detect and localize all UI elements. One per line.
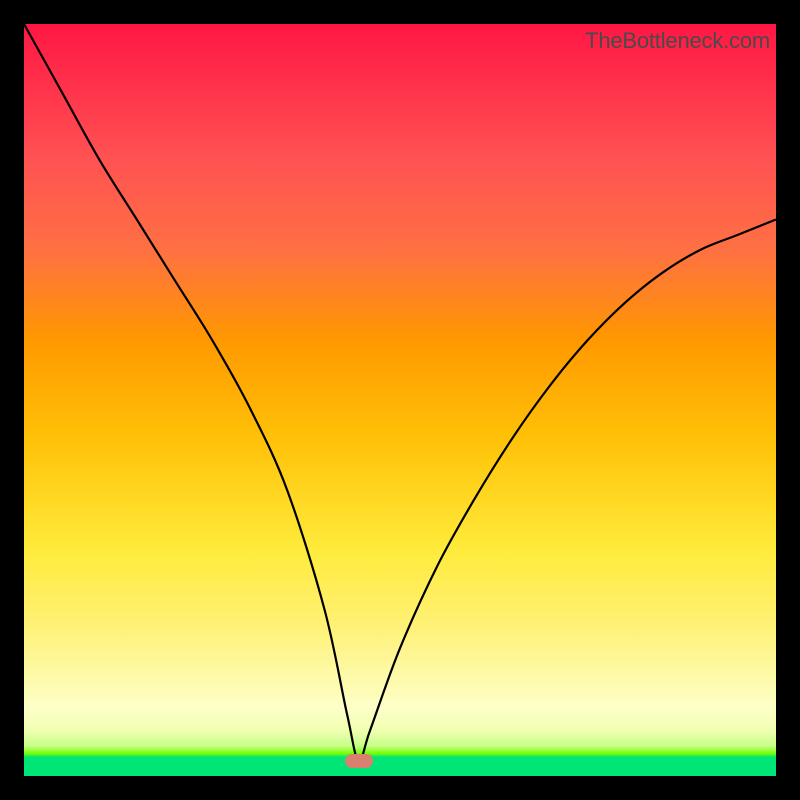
plot-area: TheBottleneck.com (24, 24, 776, 776)
bottleneck-curve (24, 24, 776, 761)
chart-frame: TheBottleneck.com (0, 0, 800, 800)
optimal-point-marker (345, 754, 373, 768)
chart-svg (24, 24, 776, 776)
